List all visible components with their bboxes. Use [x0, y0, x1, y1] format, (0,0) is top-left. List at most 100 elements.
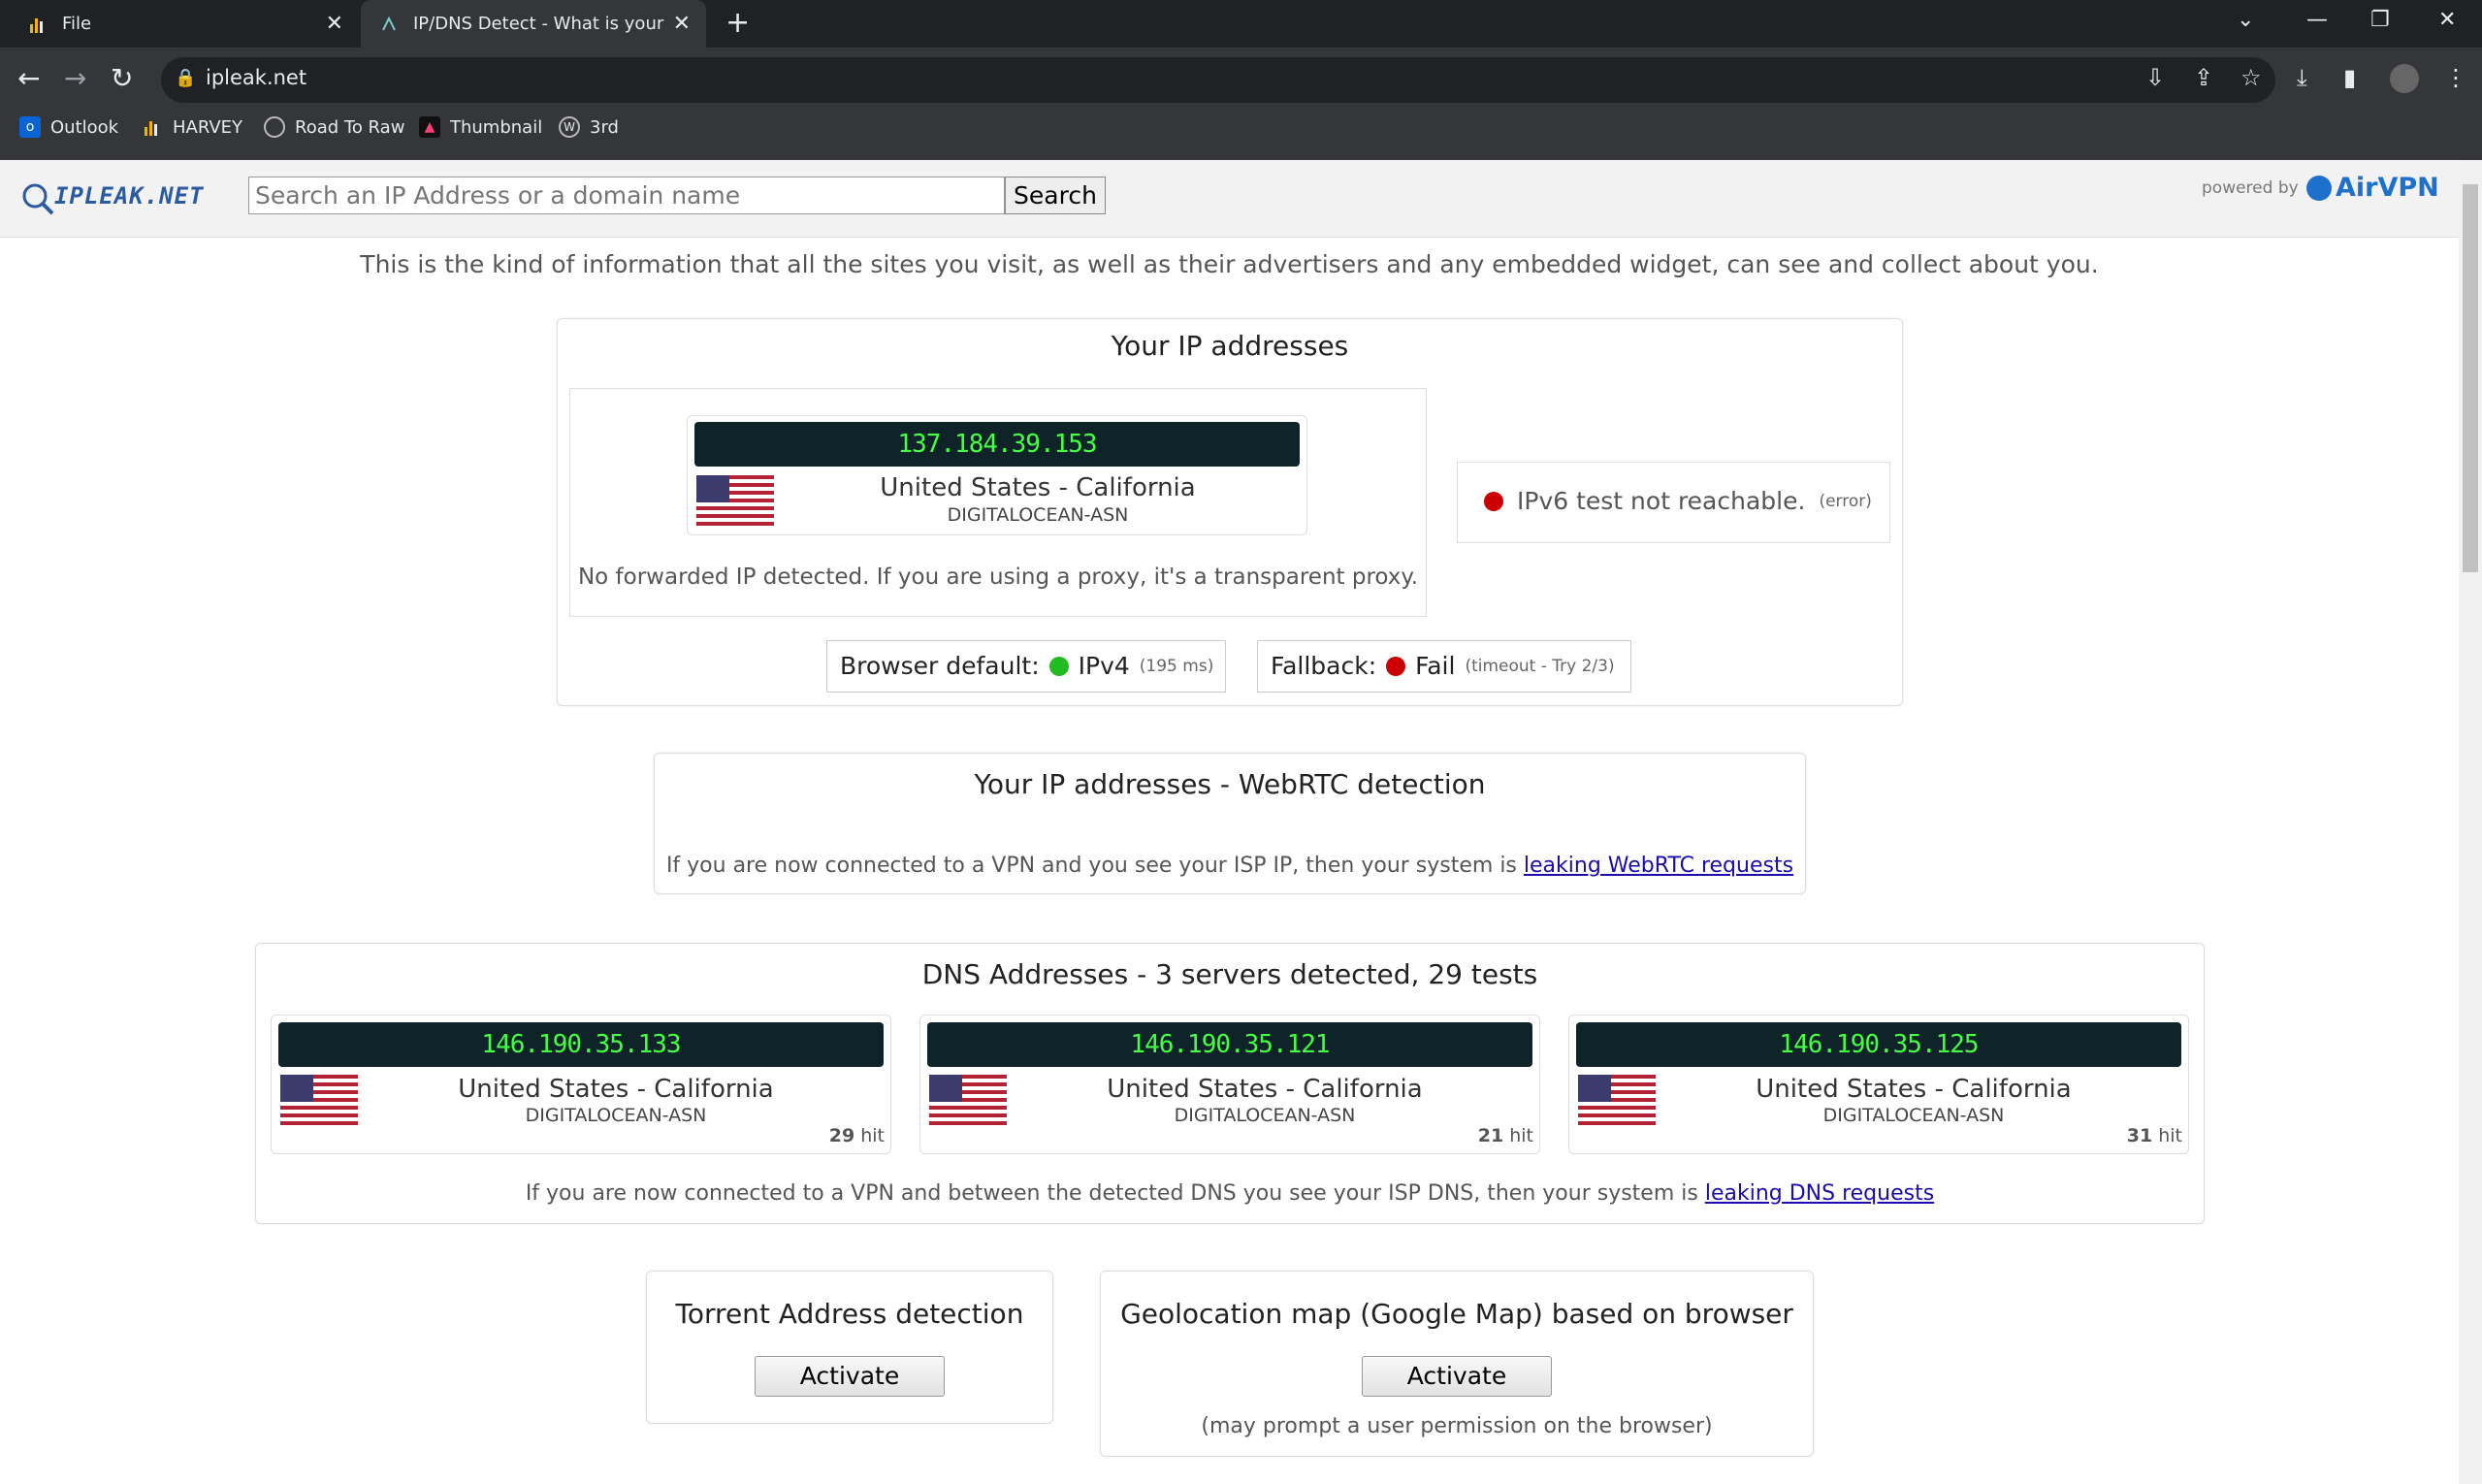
outlook-icon: o	[19, 116, 41, 138]
geolocation-title: Geolocation map (Google Map) based on br…	[1120, 1298, 1793, 1330]
close-window-icon[interactable]: ✕	[2438, 8, 2456, 32]
ipleak-favicon-icon	[378, 14, 400, 35]
ip-country: United States - California	[880, 473, 1196, 502]
url-text[interactable]: ipleak.net	[206, 66, 306, 89]
close-tab-icon[interactable]: ✕	[673, 12, 691, 36]
airvpn-link[interactable]: AirVPN	[2306, 173, 2439, 203]
bookmark-label: Thumbnail	[450, 116, 543, 138]
dns-asn: DIGITALOCEAN-ASN	[1174, 1105, 1356, 1126]
geolocation-activate-button[interactable]: Activate	[1362, 1356, 1552, 1397]
red-status-icon	[1386, 656, 1406, 676]
close-tab-icon[interactable]: ✕	[326, 12, 343, 36]
bookmark-harvey[interactable]: HARVEY	[142, 116, 242, 138]
tab-search-icon[interactable]: ⌄	[2237, 8, 2254, 32]
dns-ip[interactable]: 146.190.35.125	[1576, 1022, 2181, 1067]
intro-text: This is the kind of information that all…	[360, 250, 2099, 278]
torrent-section	[646, 1271, 1053, 1424]
scrollbar-thumb[interactable]	[2463, 184, 2478, 572]
webrtc-note: If you are now connected to a VPN and yo…	[665, 854, 1517, 878]
ip-asn: DIGITALOCEAN-ASN	[947, 504, 1129, 526]
ipv6-error-text: (error)	[1819, 491, 1872, 511]
hit-label: hit	[860, 1125, 885, 1146]
new-tab-icon[interactable]: +	[725, 6, 750, 40]
side-panel-icon[interactable]: ▮	[2343, 64, 2356, 91]
globe-icon	[264, 116, 285, 138]
tab-label: IP/DNS Detect - What is your IP,	[413, 14, 665, 34]
bar-chart-icon	[142, 116, 163, 138]
ipv6-status-text: IPv6 test not reachable.	[1517, 487, 1806, 515]
browser-default-label: Browser default:	[840, 652, 1040, 680]
us-flag-icon	[280, 1075, 358, 1125]
bookmark-3rd[interactable]: W 3rd	[559, 116, 619, 138]
dns-title: DNS Addresses - 3 servers detected, 29 t…	[921, 958, 1538, 990]
logo-text: IPLEAK.NET	[54, 182, 205, 210]
green-status-icon	[1048, 656, 1069, 676]
hit-label: hit	[2158, 1125, 2182, 1146]
us-flag-icon	[696, 475, 774, 526]
app-icon: ▲	[419, 116, 440, 138]
us-flag-icon	[929, 1075, 1007, 1125]
downloads-icon[interactable]: ⤓	[2297, 64, 2307, 91]
fallback-label: Fallback:	[1271, 652, 1377, 680]
dns-ip[interactable]: 146.190.35.133	[278, 1022, 884, 1067]
browser-default: Browser default: IPv4 (195 ms)	[840, 652, 1213, 680]
red-status-icon	[1484, 491, 1503, 511]
dns-country: United States - California	[1107, 1075, 1423, 1104]
search-button[interactable]: Search	[1005, 177, 1106, 214]
hit-count: 21	[1477, 1125, 1504, 1146]
share-icon[interactable]: ⇪	[2194, 64, 2213, 91]
hit-label: hit	[1509, 1125, 1533, 1146]
torrent-activate-button[interactable]: Activate	[755, 1356, 945, 1397]
hit-count: 31	[2126, 1125, 2153, 1146]
search-input[interactable]	[248, 177, 1005, 214]
bookmark-star-icon[interactable]: ☆	[2240, 64, 2262, 91]
us-flag-icon	[1578, 1075, 1656, 1125]
browser-default-time: (195 ms)	[1139, 656, 1214, 676]
dns-note-line: If you are now connected to a VPN and be…	[255, 1181, 2205, 1206]
bookmark-label: 3rd	[590, 116, 619, 138]
bookmark-thumbnail[interactable]: ▲ Thumbnail	[419, 116, 542, 138]
restore-icon[interactable]: ❐	[2370, 8, 2390, 32]
dns-ip[interactable]: 146.190.35.121	[927, 1022, 1532, 1067]
address-bar[interactable]	[161, 57, 2275, 103]
bookmark-label: Road To Raw	[295, 116, 405, 138]
tab-ipleak[interactable]: IP/DNS Detect - What is your IP, ✕	[361, 0, 706, 48]
bookmark-label: HARVEY	[173, 116, 243, 138]
bar-chart-icon	[27, 14, 48, 35]
forward-icon[interactable]: →	[64, 62, 86, 94]
ipv6-status: IPv6 test not reachable. (error)	[1484, 487, 1872, 515]
dns-asn: DIGITALOCEAN-ASN	[525, 1105, 707, 1126]
reload-icon[interactable]: ↻	[111, 62, 133, 94]
ip-address[interactable]: 137.184.39.153	[694, 422, 1300, 467]
webrtc-note-line: If you are now connected to a VPN and yo…	[654, 854, 1806, 878]
leaking-dns-link[interactable]: leaking DNS requests	[1705, 1181, 1934, 1206]
ipleak-logo[interactable]: IPLEAK.NET	[19, 178, 213, 217]
wordpress-icon: W	[559, 116, 580, 138]
fallback-note: (timeout - Try 2/3)	[1465, 656, 1615, 676]
fallback: Fallback: Fail (timeout - Try 2/3)	[1271, 652, 1615, 680]
bookmark-label: Outlook	[50, 116, 119, 138]
install-icon[interactable]: ⇩	[2145, 64, 2165, 91]
back-icon[interactable]: ←	[17, 62, 40, 94]
leaking-webrtc-link[interactable]: leaking WebRTC requests	[1524, 854, 1793, 878]
bookmark-outlook[interactable]: o Outlook	[19, 116, 118, 138]
menu-icon[interactable]: ⋮	[2444, 64, 2467, 91]
avatar[interactable]	[2390, 64, 2419, 93]
dns-country: United States - California	[458, 1075, 774, 1104]
ip-section-title: Your IP addresses	[1111, 330, 1349, 362]
fallback-value: Fail	[1415, 652, 1456, 680]
minimize-icon[interactable]: —	[2306, 8, 2328, 32]
bookmark-road-to-raw[interactable]: Road To Raw	[264, 116, 404, 138]
dns-hits: 29 hit	[766, 1125, 885, 1146]
dns-note: If you are now connected to a VPN and be…	[525, 1181, 1698, 1206]
airvpn-brand: AirVPN	[2336, 173, 2439, 203]
geolocation-note: (may prompt a user permission on the bro…	[1201, 1414, 1713, 1438]
dns-hits: 31 hit	[2064, 1125, 2182, 1146]
lock-icon[interactable]: 🔒	[175, 68, 196, 88]
powered-by-label: powered by	[2202, 178, 2299, 198]
torrent-title: Torrent Address detection	[675, 1298, 1024, 1330]
dns-country: United States - California	[1756, 1075, 2072, 1104]
tab-file[interactable]: File ✕	[0, 0, 359, 48]
webrtc-title: Your IP addresses - WebRTC detection	[974, 768, 1486, 800]
tab-label: File	[62, 14, 92, 34]
